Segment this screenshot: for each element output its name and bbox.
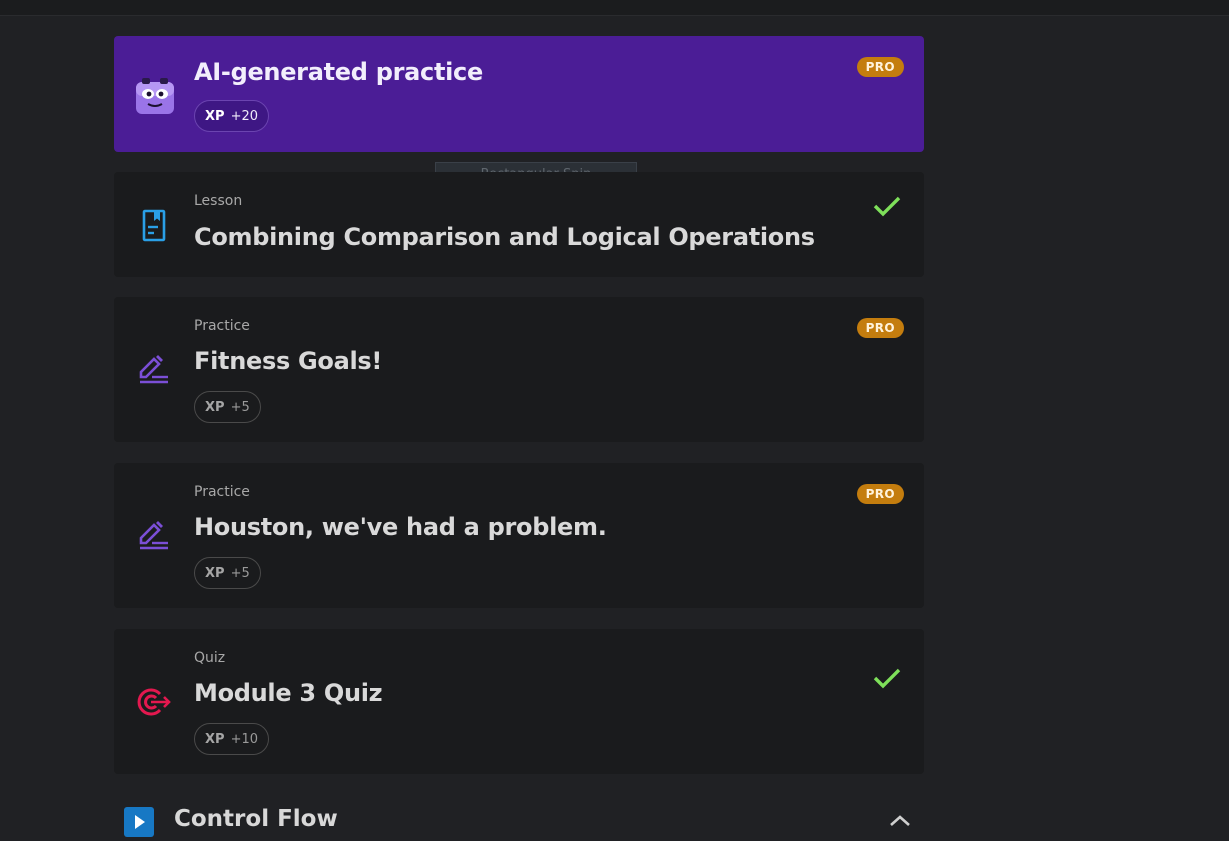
checkmark-icon bbox=[872, 666, 902, 694]
ai-practice-card[interactable]: AI-generated practice XP +20 PRO bbox=[114, 36, 924, 152]
document-bookmark-icon bbox=[134, 208, 174, 248]
card-kind: Quiz bbox=[194, 650, 226, 666]
pencil-lines-icon bbox=[134, 353, 174, 389]
xp-value: +5 bbox=[230, 565, 250, 581]
xp-pill: XP +20 bbox=[194, 100, 269, 132]
pro-badge: PRO bbox=[856, 318, 904, 338]
xp-pill: XP +5 bbox=[194, 391, 261, 423]
top-bar bbox=[0, 0, 1229, 16]
lesson-card[interactable]: Lesson Combining Comparison and Logical … bbox=[114, 172, 924, 277]
card-title: Module 3 Quiz bbox=[194, 679, 383, 707]
card-kind: Practice bbox=[194, 318, 250, 334]
card-title: Houston, we've had a problem. bbox=[194, 513, 607, 541]
chevron-up-icon[interactable] bbox=[888, 812, 912, 831]
quiz-card[interactable]: Quiz Module 3 Quiz XP +10 bbox=[114, 629, 924, 774]
xp-pill: XP +10 bbox=[194, 723, 269, 755]
card-title: AI-generated practice bbox=[194, 58, 483, 86]
xp-pill: XP +5 bbox=[194, 557, 261, 589]
section-title: Control Flow bbox=[174, 806, 338, 832]
practice-card[interactable]: Practice Houston, we've had a problem. X… bbox=[114, 463, 924, 608]
card-kind: Practice bbox=[194, 484, 250, 500]
robot-mascot-icon bbox=[134, 76, 176, 120]
play-icon bbox=[124, 807, 154, 841]
xp-label: XP bbox=[205, 399, 225, 415]
checkmark-icon bbox=[872, 194, 902, 222]
pro-badge: PRO bbox=[856, 484, 904, 504]
xp-value: +20 bbox=[230, 108, 258, 124]
pencil-lines-icon bbox=[134, 519, 174, 555]
card-title: Fitness Goals! bbox=[194, 347, 383, 375]
xp-label: XP bbox=[205, 731, 225, 747]
xp-value: +10 bbox=[230, 731, 258, 747]
section-header-control-flow[interactable]: Control Flow bbox=[124, 806, 924, 837]
xp-label: XP bbox=[205, 108, 225, 124]
practice-card[interactable]: Practice Fitness Goals! XP +5 PRO bbox=[114, 297, 924, 442]
card-kind: Lesson bbox=[194, 193, 243, 209]
xp-label: XP bbox=[205, 565, 225, 581]
pro-badge: PRO bbox=[856, 57, 904, 77]
card-title: Combining Comparison and Logical Operati… bbox=[194, 223, 815, 251]
target-icon bbox=[134, 685, 174, 723]
xp-value: +5 bbox=[230, 399, 250, 415]
